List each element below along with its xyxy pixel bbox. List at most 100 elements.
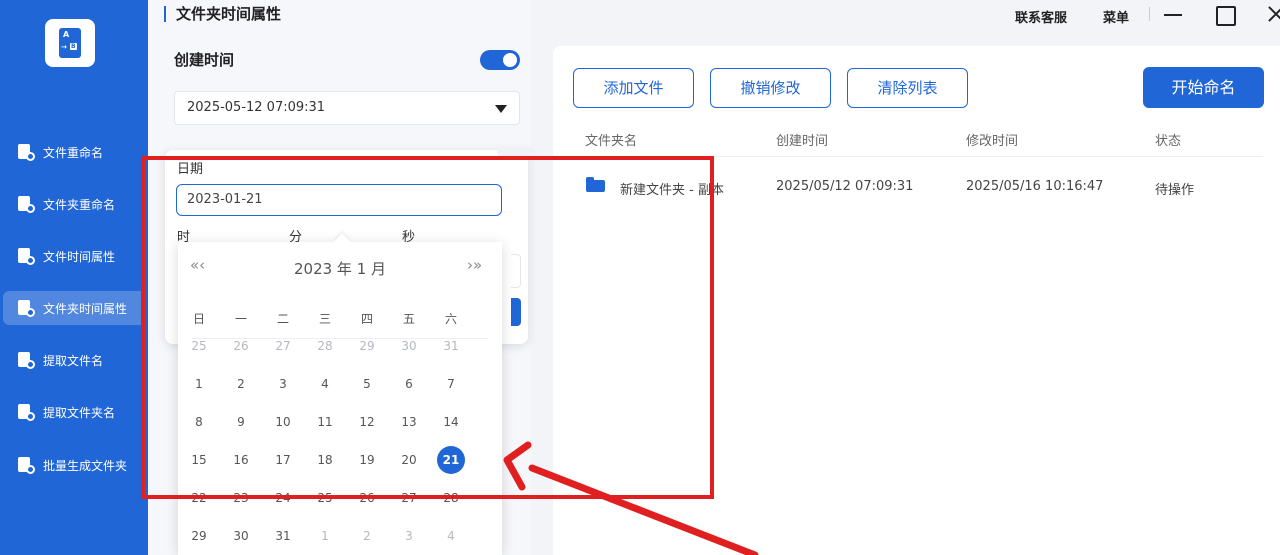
row-status: 待操作 <box>1155 183 1195 198</box>
support-link[interactable]: 联系客服 <box>1015 7 1067 26</box>
column-header-modified: 修改时间 <box>966 134 1019 149</box>
calendar-day[interactable]: 1 <box>185 370 213 398</box>
calendar-day[interactable]: 2 <box>353 522 381 550</box>
calendar-day[interactable]: 30 <box>395 332 423 360</box>
column-header-name: 文件夹名 <box>585 134 638 149</box>
sidebar-item-extract-foldername[interactable]: 提取文件夹名 <box>3 395 145 429</box>
clear-list-button[interactable]: 清除列表 <box>847 68 968 108</box>
calendar-day[interactable]: 14 <box>437 408 465 436</box>
calendar-day[interactable]: 25 <box>185 332 213 360</box>
column-header-status: 状态 <box>1155 134 1182 149</box>
sidebar-item-extract-filename[interactable]: 提取文件名 <box>3 343 145 377</box>
sidebar: A → B 文件重命名文件夹重命名 文件时间属性 文件夹时间属性提取文件名提取文件夹… <box>0 0 148 555</box>
calendar-day[interactable]: 22 <box>185 484 213 512</box>
calendar-day[interactable]: 26 <box>227 332 255 360</box>
calendar-day[interactable]: 23 <box>227 484 255 512</box>
weekday-header: 四 <box>360 312 373 326</box>
date-input[interactable]: 2023-01-21 <box>176 184 502 216</box>
chevron-down-icon <box>495 105 507 113</box>
calendar-day[interactable]: 3 <box>395 522 423 550</box>
calendar-day[interactable]: 31 <box>437 332 465 360</box>
undo-changes-button[interactable]: 撤销修改 <box>710 68 831 108</box>
calendar-day[interactable]: 11 <box>311 408 339 436</box>
sidebar-item-label: 提取文件夹名 <box>43 405 116 420</box>
calendar-day[interactable]: 1 <box>311 522 339 550</box>
row-created-time: 2025/05/12 07:09:31 <box>776 179 914 194</box>
calendar-day[interactable]: 9 <box>227 408 255 436</box>
file-rename-icon <box>17 143 35 161</box>
logo-letter-b: B <box>70 43 77 50</box>
calendar-day[interactable]: 15 <box>185 446 213 474</box>
folder-icon <box>586 177 605 192</box>
date-label: 日期 <box>177 162 204 177</box>
calendar-day[interactable]: 13 <box>395 408 423 436</box>
sidebar-item-label: 文件夹时间属性 <box>43 301 128 316</box>
maximize-icon[interactable] <box>1213 4 1236 26</box>
calendar-day[interactable]: 28 <box>311 332 339 360</box>
weekday-header: 六 <box>444 312 457 326</box>
sidebar-item-folder-rename[interactable]: 文件夹重命名 <box>3 187 145 221</box>
created-time-label: 创建时间 <box>174 51 235 69</box>
second-input-edge[interactable] <box>511 254 521 288</box>
sidebar-item-file-time[interactable]: 文件时间属性 <box>3 239 145 273</box>
folder-time-icon <box>17 299 35 317</box>
calendar-day[interactable]: 4 <box>311 370 339 398</box>
calendar-day[interactable]: 16 <box>227 446 255 474</box>
weekday-header: 二 <box>276 312 289 326</box>
calendar-day[interactable]: 19 <box>353 446 381 474</box>
weekday-header: 五 <box>402 312 415 326</box>
calendar-day[interactable]: 24 <box>269 484 297 512</box>
calendar-day[interactable]: 25 <box>311 484 339 512</box>
app-logo: A → B <box>45 19 95 67</box>
calendar-day[interactable]: 5 <box>353 370 381 398</box>
start-rename-button[interactable]: 开始命名 <box>1143 67 1264 108</box>
calendar-day[interactable]: 10 <box>269 408 297 436</box>
calendar-day[interactable]: 18 <box>311 446 339 474</box>
sidebar-item-label: 批量生成文件夹 <box>43 458 128 473</box>
confirm-button-edge[interactable] <box>511 298 521 326</box>
row-folder-name: 新建文件夹 - 副本 <box>620 183 724 198</box>
sidebar-item-folder-time[interactable]: 文件夹时间属性 <box>3 291 145 325</box>
folder-rename-icon <box>17 195 35 213</box>
weekday-header: 一 <box>234 312 247 326</box>
calendar-day[interactable]: 17 <box>269 446 297 474</box>
calendar-day[interactable]: 20 <box>395 446 423 474</box>
calendar-day[interactable]: 7 <box>437 370 465 398</box>
time-source-value: 2025-05-12 07:09:31 <box>187 100 326 115</box>
calendar-day[interactable]: 3 <box>269 370 297 398</box>
calendar-day[interactable]: 29 <box>353 332 381 360</box>
calendar-day[interactable]: 2 <box>227 370 255 398</box>
minimize-icon[interactable] <box>1162 4 1184 26</box>
calendar-day[interactable]: 4 <box>437 522 465 550</box>
calendar-day[interactable]: 30 <box>227 522 255 550</box>
logo-arrow: → <box>61 43 67 51</box>
add-files-button[interactable]: 添加文件 <box>573 68 694 108</box>
calendar-day[interactable]: 26 <box>353 484 381 512</box>
batch-folder-icon <box>17 456 35 474</box>
panel-title: 文件夹时间属性 <box>164 6 281 22</box>
extract-foldername-icon <box>17 403 35 421</box>
logo-letter-a: A <box>63 30 70 39</box>
file-time-icon <box>17 247 35 265</box>
close-icon[interactable] <box>1265 4 1280 26</box>
weekday-header: 三 <box>318 312 331 326</box>
calendar-day[interactable]: 27 <box>395 484 423 512</box>
sidebar-item-file-rename[interactable]: 文件重命名 <box>3 135 145 169</box>
created-time-toggle[interactable] <box>480 50 520 70</box>
column-header-created: 创建时间 <box>776 134 829 149</box>
calendar-day[interactable]: 29 <box>185 522 213 550</box>
sidebar-item-label: 文件夹重命名 <box>43 197 116 212</box>
calendar-day-selected[interactable]: 21 <box>437 446 465 474</box>
weekday-header: 日 <box>192 312 205 326</box>
calendar-day[interactable]: 27 <box>269 332 297 360</box>
calendar-day[interactable]: 31 <box>269 522 297 550</box>
time-source-select[interactable]: 2025-05-12 07:09:31 <box>174 91 520 125</box>
calendar-day[interactable]: 28 <box>437 484 465 512</box>
calendar-day[interactable]: 6 <box>395 370 423 398</box>
calendar-day[interactable]: 8 <box>185 408 213 436</box>
menu-link[interactable]: 菜单 <box>1103 7 1129 26</box>
sidebar-item-label: 文件时间属性 <box>43 249 116 264</box>
sidebar-item-batch-folder[interactable]: 批量生成文件夹 <box>3 448 145 482</box>
calendar-day[interactable]: 12 <box>353 408 381 436</box>
next-year-month-button[interactable]: ›» <box>467 256 482 274</box>
